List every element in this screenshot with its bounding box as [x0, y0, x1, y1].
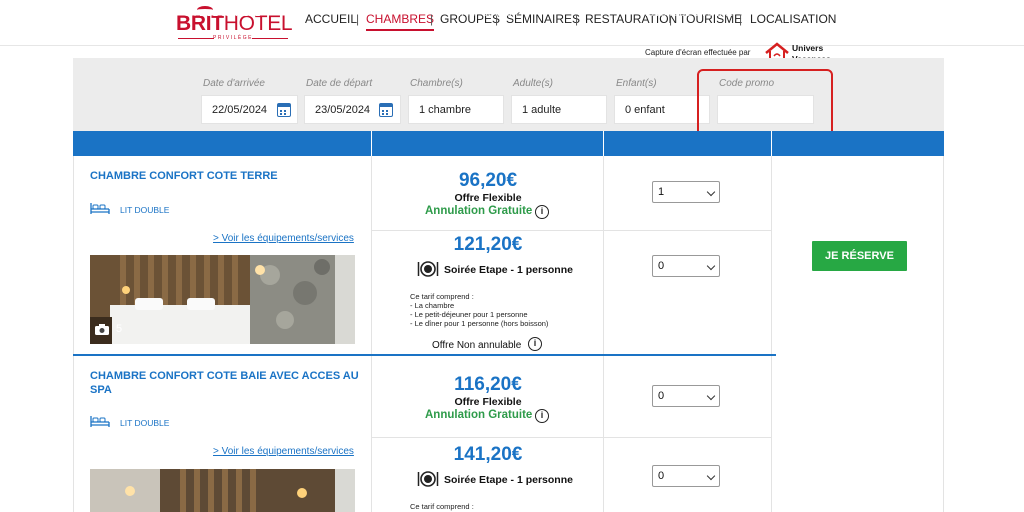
- header-divider: [371, 131, 372, 156]
- grid-line: [372, 437, 771, 438]
- room-photo[interactable]: [90, 469, 355, 512]
- bed-type-label: LIT DOUBLE: [120, 418, 170, 428]
- offer-price: 141,20€: [453, 444, 523, 465]
- chevron-down-icon: [706, 471, 716, 481]
- equipment-link[interactable]: > Voir les équipements/services: [213, 446, 354, 457]
- rooms-value: 1 chambre: [419, 104, 471, 116]
- grid-line: [771, 156, 772, 512]
- room-quantity-value: 0: [658, 390, 665, 402]
- offer-name: Offre Flexible: [454, 396, 522, 408]
- plate-cutlery-icon: [417, 261, 439, 277]
- th-room-count: NOMBRE DE CHAMBRE: [642, 9, 733, 18]
- info-icon[interactable]: i: [528, 337, 542, 351]
- room-quantity-select[interactable]: 0: [652, 385, 720, 407]
- reserve-button[interactable]: JE RÉSERVE: [812, 241, 907, 271]
- plate-cutlery-icon: [417, 471, 439, 487]
- calendar-icon[interactable]: [277, 103, 291, 117]
- header-divider: [603, 131, 604, 156]
- departure-date-field[interactable]: 23/05/2024: [304, 95, 401, 124]
- equipment-link[interactable]: > Voir les équipements/services: [213, 233, 354, 244]
- adults-label: Adulte(s): [513, 78, 554, 89]
- departure-date-value: 23/05/2024: [315, 104, 371, 116]
- capture-credit: Capture d'écran effectuée par: [645, 48, 751, 57]
- info-icon[interactable]: i: [535, 409, 549, 423]
- room-quantity-select[interactable]: 0: [652, 465, 720, 487]
- adults-field[interactable]: 1 adulte: [511, 95, 607, 124]
- chevron-down-icon: [706, 261, 716, 271]
- chevron-down-icon: [706, 391, 716, 401]
- room-quantity-value: 0: [658, 470, 665, 482]
- offer-name: Offre Flexible: [454, 192, 522, 204]
- room-title: CHAMBRE CONFORT COTE TERRE: [90, 170, 278, 182]
- room-title-line2: SPA: [90, 384, 112, 396]
- room-row-separator: [73, 354, 776, 356]
- room-quantity-value: 0: [658, 260, 665, 272]
- bed-icon: [90, 416, 110, 427]
- offer-name: Soirée Etape - 1 personne: [444, 474, 573, 486]
- room-quantity-select[interactable]: 0: [652, 255, 720, 277]
- bed-type-label: LIT DOUBLE: [120, 205, 170, 215]
- offer-price: 116,20€: [454, 374, 522, 395]
- calendar-icon[interactable]: [379, 103, 393, 117]
- room-photo[interactable]: 5: [90, 255, 355, 344]
- promo-highlight-box: [697, 69, 833, 139]
- children-field[interactable]: 0 enfant: [614, 95, 710, 124]
- th-room-type: TYPE DE CHAMBRE: [183, 9, 261, 18]
- arrival-date-field[interactable]: 22/05/2024: [201, 95, 298, 124]
- photo-count: 5: [116, 323, 123, 335]
- arrival-date-value: 22/05/2024: [212, 104, 268, 116]
- adults-value: 1 adulte: [522, 104, 562, 116]
- bed-icon: [90, 203, 110, 214]
- rates-table-header: [73, 131, 944, 156]
- info-icon[interactable]: i: [535, 205, 549, 219]
- grid-line: [943, 156, 944, 512]
- departure-label: Date de départ: [306, 78, 373, 89]
- offer-price: 121,20€: [453, 234, 523, 255]
- children-value: 0 enfant: [625, 104, 665, 116]
- camera-icon: [95, 324, 109, 335]
- offer-includes: Ce tarif comprend : - La chambre - Le pe…: [410, 292, 549, 328]
- arrival-label: Date d'arrivée: [203, 78, 265, 89]
- offer-includes: Ce tarif comprend :: [410, 502, 474, 511]
- rooms-label: Chambre(s): [410, 78, 463, 89]
- rooms-field[interactable]: 1 chambre: [408, 95, 504, 124]
- offer-name: Soirée Etape - 1 personne: [444, 264, 573, 276]
- room-quantity-select[interactable]: 1: [652, 181, 720, 203]
- uv-line1: Univers: [792, 43, 824, 53]
- offer-price: 96,20€: [458, 170, 518, 191]
- th-daily-rate: TARIF DU JOUR: [457, 9, 518, 18]
- room-title: CHAMBRE CONFORT COTE BAIE AVEC ACCES AU S…: [90, 369, 359, 397]
- grid-line: [372, 230, 771, 231]
- room-title-line1: CHAMBRE CONFORT COTE BAIE AVEC ACCES AU: [90, 370, 359, 382]
- room-quantity-value: 1: [658, 186, 665, 198]
- free-cancellation-label: Annulation Gratuite: [425, 205, 533, 217]
- site-header: BRITHOTEL PRIVILÈGE ACCUEIL | CHAMBRES |…: [0, 0, 1024, 46]
- header-divider: [771, 131, 772, 156]
- logo-tagline: PRIVILÈGE: [176, 35, 290, 41]
- grid-line: [73, 156, 74, 512]
- non-refundable-label: Offre Non annulable: [432, 340, 522, 351]
- room-photo-image: [90, 469, 355, 512]
- children-label: Enfant(s): [616, 78, 657, 89]
- free-cancellation-label: Annulation Gratuite: [425, 409, 533, 421]
- chevron-down-icon: [706, 187, 716, 197]
- room-photo-image: [90, 255, 355, 344]
